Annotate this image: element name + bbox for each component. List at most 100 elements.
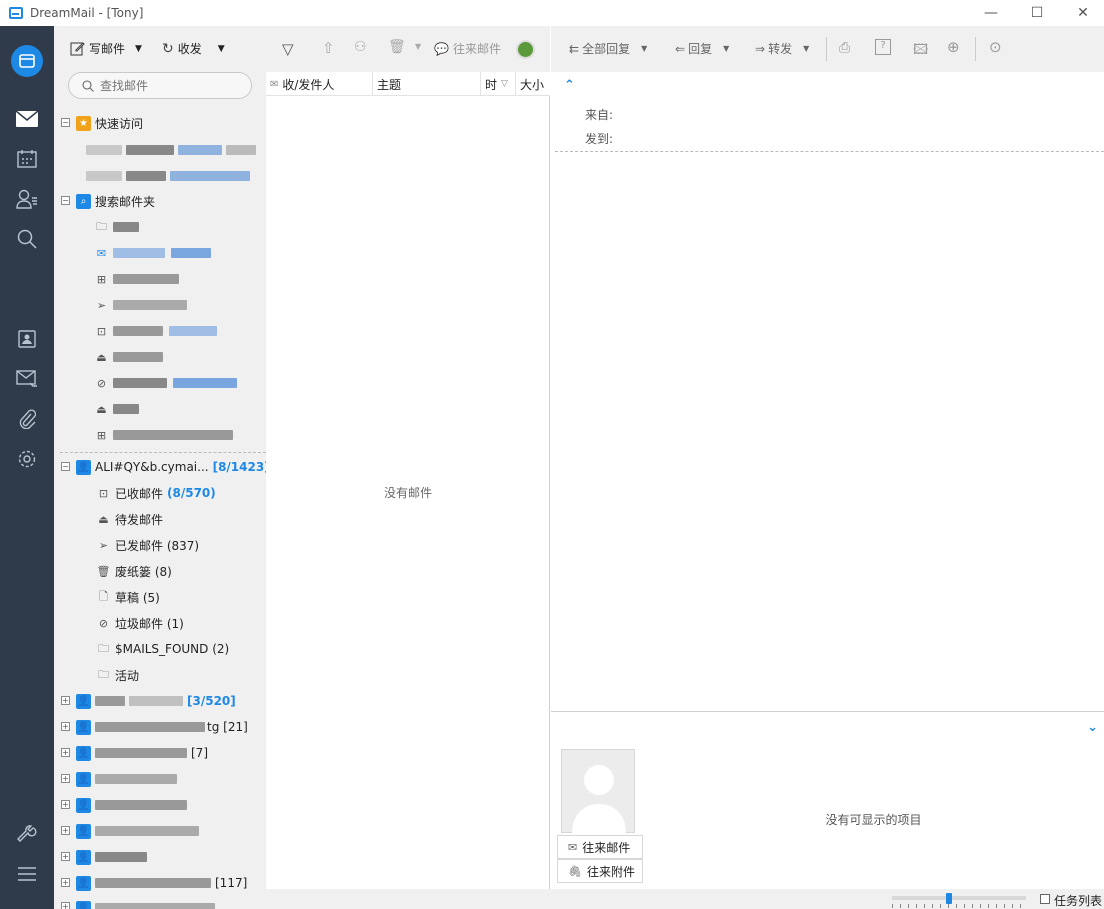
chevron-down-icon[interactable]: ▼	[218, 44, 225, 54]
collapse-header-icon[interactable]: ⌃	[564, 78, 575, 93]
sync-button[interactable]: ↻ 收发 ▼	[162, 40, 225, 57]
column-sender[interactable]: ✉ 收/发件人	[266, 72, 373, 96]
account-node[interactable]: 👤	[76, 794, 187, 816]
image-icon[interactable]: 🖾	[913, 39, 928, 63]
menu-icon[interactable]	[14, 861, 40, 887]
left-rail	[0, 26, 54, 909]
search-folder-item[interactable]: 🗀	[94, 216, 139, 238]
folder-drafts[interactable]: 🗋 草稿 (5)	[96, 586, 160, 608]
settings-icon[interactable]	[14, 446, 40, 472]
account-node[interactable]: 👤	[76, 768, 177, 790]
help-icon[interactable]: ?	[875, 39, 891, 55]
expand-toggle[interactable]: +	[61, 774, 70, 783]
search-folder-item[interactable]: ⊞	[94, 268, 179, 290]
mail-logo-icon[interactable]	[11, 45, 43, 77]
account-node[interactable]: 👤	[76, 846, 147, 868]
collapse-toggle[interactable]: −	[61, 118, 70, 127]
quick-access-item[interactable]	[86, 139, 256, 161]
minimize-button[interactable]: —	[968, 0, 1014, 26]
mail-list-toolbar: ▽ ⇧ ⚇ 🗑 ▼ 💬 往来邮件	[266, 26, 550, 72]
reply-button[interactable]: ⇐ 回复 ▼	[675, 40, 729, 57]
expand-toggle[interactable]: +	[61, 826, 70, 835]
expand-toggle[interactable]: +	[61, 878, 70, 887]
mail-filter-icon[interactable]	[14, 366, 40, 392]
avatar[interactable]	[516, 40, 535, 59]
collapse-toggle[interactable]: −	[61, 462, 70, 471]
quick-access-node[interactable]: ★ 快速访问	[76, 112, 143, 134]
correspondence-button[interactable]: 💬 往来邮件	[434, 40, 501, 57]
folder-trash[interactable]: 🗑 废纸篓 (8)	[96, 560, 172, 582]
account-node[interactable]: 👤 [117]	[76, 872, 247, 894]
print-icon[interactable]: ⎙	[839, 40, 850, 56]
mail-search-box[interactable]	[68, 72, 252, 99]
folder-mails-found[interactable]: 🗀 $MAILS_FOUND (2)	[96, 638, 229, 660]
account-node[interactable]: 👤	[76, 820, 199, 842]
expand-toggle[interactable]: +	[61, 748, 70, 757]
search-input[interactable]	[100, 78, 240, 93]
attachment-icon[interactable]	[14, 406, 40, 432]
search-folder-item[interactable]: ➢	[94, 294, 187, 316]
search-folder-item[interactable]: ✉	[94, 242, 211, 264]
account-node[interactable]: 👤 [7]	[76, 742, 208, 764]
compose-button[interactable]: 写邮件 ▼	[70, 40, 142, 57]
delete-icon[interactable]: 🗑	[388, 39, 406, 55]
chevron-down-icon[interactable]: ▼	[135, 44, 142, 54]
empty-list-message: 没有邮件	[383, 486, 432, 500]
more-icon[interactable]: ⊙	[989, 38, 1002, 56]
wrench-icon[interactable]	[14, 821, 40, 847]
column-size[interactable]: 大小	[516, 72, 550, 96]
outbox-icon: ⏏	[98, 512, 109, 526]
tab-correspondence-mail[interactable]: ✉ 往来邮件	[557, 835, 643, 859]
expand-toggle[interactable]: +	[61, 800, 70, 809]
search-folder-item[interactable]: ⊡	[94, 320, 217, 342]
expand-toggle[interactable]: +	[61, 902, 70, 909]
search-folder-item[interactable]: ⏏	[94, 346, 163, 368]
zoom-in-icon[interactable]: ⊕	[947, 38, 960, 56]
folder-inbox[interactable]: ⊡ 已收邮件 (8/570)	[96, 482, 216, 504]
search-folder-item[interactable]: ⊘	[94, 372, 237, 394]
maximize-button[interactable]: ☐	[1014, 0, 1060, 26]
contact-card-icon[interactable]	[14, 326, 40, 352]
task-list-label: 任务列表	[1054, 894, 1103, 908]
expand-toggle[interactable]: +	[61, 696, 70, 705]
expand-panel-icon[interactable]: ⌄	[1087, 720, 1098, 735]
expand-toggle[interactable]: +	[61, 722, 70, 731]
folder-outbox[interactable]: ⏏ 待发邮件	[96, 508, 163, 530]
reply-all-button[interactable]: ⇇ 全部回复 ▼	[569, 40, 647, 57]
chevron-down-icon[interactable]: ▼	[415, 42, 421, 51]
chevron-down-icon[interactable]: ▼	[803, 44, 809, 53]
mail-icon[interactable]	[14, 106, 40, 132]
zoom-slider[interactable]	[892, 896, 1026, 900]
task-list-checkbox[interactable]	[1040, 894, 1050, 904]
search-folder-item[interactable]: ⊞	[94, 424, 233, 446]
zoom-slider-thumb[interactable]	[946, 893, 952, 904]
folder-activity[interactable]: 🗀 活动	[96, 664, 139, 686]
move-up-icon[interactable]: ⇧	[322, 39, 335, 57]
sent-icon: ➢	[96, 298, 107, 312]
close-button[interactable]: ✕	[1060, 0, 1104, 26]
calendar-icon[interactable]	[14, 146, 40, 172]
search-folders-node[interactable]: ⌕ 搜索邮件夹	[76, 190, 155, 212]
column-subject[interactable]: 主题	[373, 72, 481, 96]
account-node[interactable]: 👤 ALI#QY&b.cymai... [8/1423]	[76, 456, 266, 478]
contacts-icon[interactable]	[14, 186, 40, 212]
column-time[interactable]: 时 ▽	[481, 72, 516, 96]
folder-spam[interactable]: ⊘ 垃圾邮件 (1)	[96, 612, 184, 634]
quick-access-item[interactable]	[86, 165, 250, 187]
chevron-down-icon[interactable]: ▼	[641, 44, 647, 53]
folder-sent[interactable]: ➢ 已发邮件 (837)	[96, 534, 199, 556]
user-icon: 👤	[76, 459, 91, 475]
account-node[interactable]: 👤 [3/520]	[76, 690, 236, 712]
search-folder-item[interactable]: ⏏	[94, 398, 139, 420]
expand-toggle[interactable]: +	[61, 852, 70, 861]
user-icon: 👤	[76, 693, 91, 709]
forward-button[interactable]: ⇒ 转发 ▼	[755, 40, 809, 57]
account-node[interactable]: 👤	[76, 897, 215, 909]
tab-correspondence-attachments[interactable]: 🖇 往来附件	[557, 859, 643, 883]
filter-icon[interactable]: ▽	[282, 40, 294, 58]
contact-icon[interactable]: ⚇	[354, 39, 367, 55]
search-icon[interactable]	[14, 226, 40, 252]
account-node[interactable]: 👤 tg [21]	[76, 716, 248, 738]
collapse-toggle[interactable]: −	[61, 196, 70, 205]
chevron-down-icon[interactable]: ▼	[723, 44, 729, 53]
